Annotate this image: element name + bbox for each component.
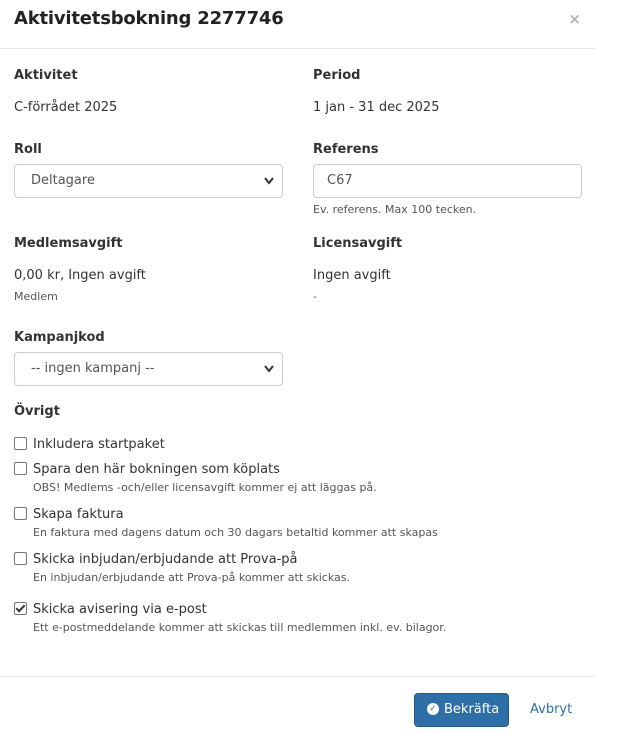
option-queue-place[interactable]: Spara den här bokningen som köplats xyxy=(14,459,280,478)
reference-input[interactable]: C67 xyxy=(313,164,582,198)
confirm-button-label: Bekräfta xyxy=(444,702,500,717)
option-label: Skicka avisering via e-post xyxy=(33,602,207,617)
check-circle-icon: ✓ xyxy=(427,702,439,715)
option-create-invoice[interactable]: Skapa faktura xyxy=(14,504,124,523)
license-fee-value: Ingen avgift xyxy=(313,268,391,283)
chevron-down-icon xyxy=(264,353,274,398)
reference-label: Referens xyxy=(313,142,379,157)
activity-label: Aktivitet xyxy=(14,68,78,83)
checkbox-checked[interactable] xyxy=(14,602,27,615)
checkbox[interactable] xyxy=(14,462,27,475)
option-help: En faktura med dagens datum och 30 dagar… xyxy=(33,526,438,539)
campaign-select[interactable]: -- ingen kampanj -- xyxy=(14,352,283,386)
confirm-button[interactable]: ✓ Bekräfta xyxy=(414,693,509,727)
period-value: 1 jan - 31 dec 2025 xyxy=(313,100,440,115)
option-send-trial-invite[interactable]: Skicka inbjudan/erbjudande att Prova-på xyxy=(14,549,298,568)
modal-title: Aktivitetsbokning 2277746 xyxy=(14,8,284,29)
license-fee-sub: - xyxy=(313,290,317,303)
booking-modal: Aktivitetsbokning 2277746 × Aktivitet C-… xyxy=(0,0,595,739)
member-fee-label: Medlemsavgift xyxy=(14,236,123,251)
period-label: Period xyxy=(313,68,361,83)
cancel-button[interactable]: Avbryt xyxy=(530,693,572,727)
option-label: Inkludera startpaket xyxy=(33,437,165,452)
other-label: Övrigt xyxy=(14,404,60,419)
chevron-down-icon xyxy=(264,165,274,210)
checkbox[interactable] xyxy=(14,552,27,565)
license-fee-label: Licensavgift xyxy=(313,236,403,251)
modal-header: Aktivitetsbokning 2277746 × xyxy=(0,0,595,49)
activity-value: C-förrådet 2025 xyxy=(14,100,118,115)
role-select[interactable]: Deltagare xyxy=(14,164,283,198)
option-help: OBS! Medlems -och/eller licensavgift kom… xyxy=(33,481,377,494)
member-fee-value: 0,00 kr, Ingen avgift xyxy=(14,268,146,283)
checkbox[interactable] xyxy=(14,507,27,520)
option-label: Spara den här bokningen som köplats xyxy=(33,462,280,477)
option-label: Skapa faktura xyxy=(33,507,124,522)
role-select-value: Deltagare xyxy=(31,173,95,188)
member-fee-sub: Medlem xyxy=(14,290,58,303)
role-label: Roll xyxy=(14,142,42,157)
option-help: Ett e-postmeddelande kommer att skickas … xyxy=(33,621,447,634)
close-icon[interactable]: × xyxy=(568,10,581,28)
option-include-startpack[interactable]: Inkludera startpaket xyxy=(14,434,165,453)
reference-help: Ev. referens. Max 100 tecken. xyxy=(313,203,477,216)
checkbox[interactable] xyxy=(14,437,27,450)
option-help: En inbjudan/erbjudande att Prova-på komm… xyxy=(33,571,350,584)
campaign-select-value: -- ingen kampanj -- xyxy=(31,361,155,376)
option-email-notification[interactable]: Skicka avisering via e-post xyxy=(14,599,207,618)
option-label: Skicka inbjudan/erbjudande att Prova-på xyxy=(33,552,298,567)
campaign-label: Kampanjkod xyxy=(14,330,105,345)
modal-footer: ✓ Bekräfta Avbryt xyxy=(0,676,595,740)
